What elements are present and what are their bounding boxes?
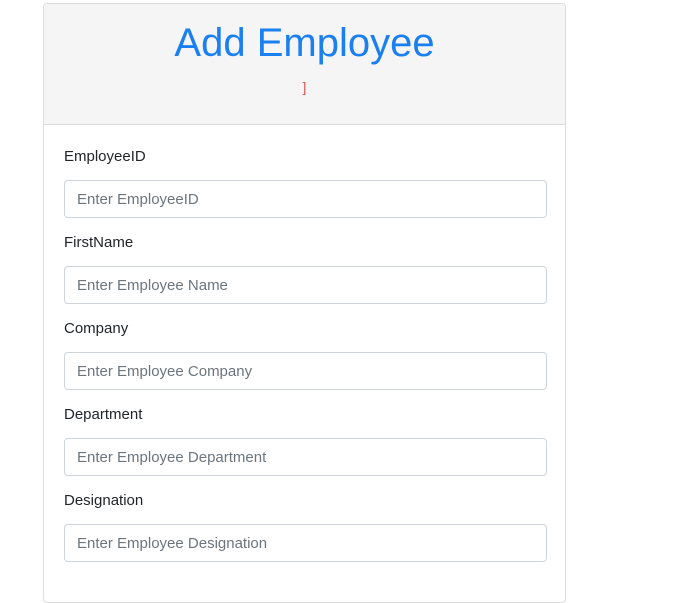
department-group: Department [64, 405, 547, 476]
department-label: Department [64, 406, 143, 423]
company-group: Company [64, 319, 547, 390]
employee-id-input[interactable] [64, 180, 547, 218]
page-title: Add Employee [174, 21, 435, 65]
company-label: Company [64, 320, 129, 337]
first-name-label: FirstName [64, 234, 134, 251]
employee-id-label: EmployeeID [64, 148, 146, 165]
designation-group: Designation [64, 491, 547, 562]
designation-input[interactable] [64, 524, 547, 562]
company-input[interactable] [64, 352, 547, 390]
employee-id-group: EmployeeID [64, 147, 547, 218]
card-header: Add Employee ] [44, 4, 565, 125]
first-name-group: FirstName [64, 233, 547, 304]
validation-message: ] [302, 79, 307, 95]
first-name-input[interactable] [64, 266, 547, 304]
designation-label: Designation [64, 492, 144, 509]
department-input[interactable] [64, 438, 547, 476]
add-employee-card: Add Employee ] EmployeeID FirstName Comp… [43, 3, 566, 603]
